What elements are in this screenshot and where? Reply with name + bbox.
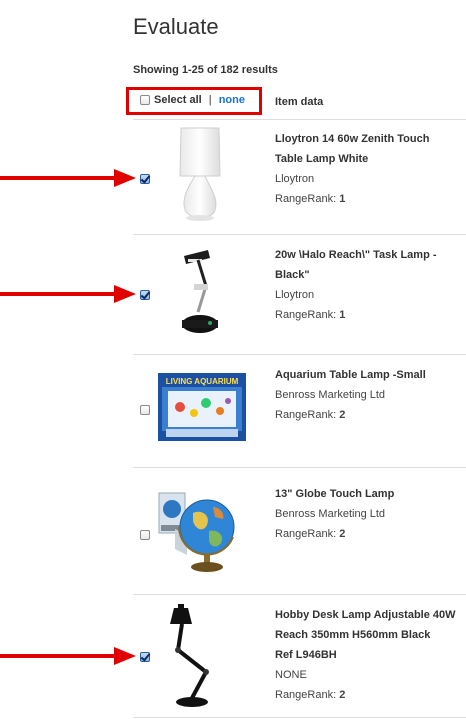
item-name[interactable]: Table Lamp White — [275, 149, 460, 169]
hobby-desk-lamp-image — [170, 604, 209, 707]
divider — [133, 467, 466, 468]
globe-lamp-image — [158, 492, 235, 572]
item-brand: Benross Marketing Ltd — [275, 508, 386, 520]
svg-text:LIVING AQUARIUM: LIVING AQUARIUM — [166, 377, 239, 386]
select-all-label[interactable]: Select all — [154, 94, 202, 106]
item-name[interactable]: Ref L946BH — [275, 645, 460, 665]
column-header-item-data: Item data — [275, 96, 324, 108]
item-rangerank: RangeRank: 1 — [275, 309, 346, 321]
task-lamp-black-image — [182, 250, 218, 333]
table-lamp-white-image — [179, 127, 221, 221]
item-checkbox[interactable] — [140, 405, 150, 415]
item-brand: NONE — [275, 669, 307, 681]
item-name[interactable]: Black" — [275, 265, 460, 285]
list-item: Lloytron 14 60w Zenith Touch Table Lamp … — [275, 129, 460, 209]
separator: | — [205, 94, 215, 106]
item-name[interactable]: Reach 350mm H560mm Black — [275, 625, 460, 645]
item-checkbox[interactable] — [140, 174, 150, 184]
list-item: 13" Globe Touch Lamp Benross Marketing L… — [275, 484, 460, 544]
item-name[interactable]: 20w \Halo Reach\" Task Lamp - — [275, 245, 460, 265]
annotation-arrow-icon — [0, 647, 136, 665]
item-name[interactable]: Hobby Desk Lamp Adjustable 40W — [275, 605, 460, 625]
item-brand: Lloytron — [275, 289, 315, 301]
divider — [133, 594, 466, 595]
item-name[interactable]: 13" Globe Touch Lamp — [275, 484, 460, 504]
divider — [133, 234, 466, 235]
item-rangerank: RangeRank: 2 — [275, 528, 346, 540]
item-brand: Benross Marketing Ltd — [275, 389, 386, 401]
item-checkbox[interactable] — [140, 530, 150, 540]
item-rangerank: RangeRank: 2 — [275, 409, 346, 421]
select-all-control: Select all | none — [140, 94, 245, 106]
item-rangerank: RangeRank: 1 — [275, 193, 346, 205]
annotation-arrow-icon — [0, 285, 136, 303]
divider — [133, 717, 466, 718]
item-name[interactable]: Lloytron 14 60w Zenith Touch — [275, 129, 460, 149]
aquarium-lamp-image: LIVING AQUARIUM — [158, 373, 246, 441]
item-checkbox[interactable] — [140, 652, 150, 662]
list-item: Aquarium Table Lamp -Small Benross Marke… — [275, 365, 460, 425]
divider — [133, 354, 466, 355]
select-all-checkbox[interactable] — [140, 95, 150, 105]
item-name[interactable]: Aquarium Table Lamp -Small — [275, 365, 460, 385]
select-none-link[interactable]: none — [219, 94, 245, 106]
results-count: Showing 1-25 of 182 results — [133, 64, 278, 76]
list-item: 20w \Halo Reach\" Task Lamp - Black" Llo… — [275, 245, 460, 325]
item-brand: Lloytron — [275, 173, 315, 185]
item-rangerank: RangeRank: 2 — [275, 689, 346, 701]
list-item: Hobby Desk Lamp Adjustable 40W Reach 350… — [275, 605, 460, 705]
divider — [133, 119, 466, 120]
annotation-arrow-icon — [0, 169, 136, 187]
item-checkbox[interactable] — [140, 290, 150, 300]
page-title: Evaluate — [133, 14, 219, 39]
